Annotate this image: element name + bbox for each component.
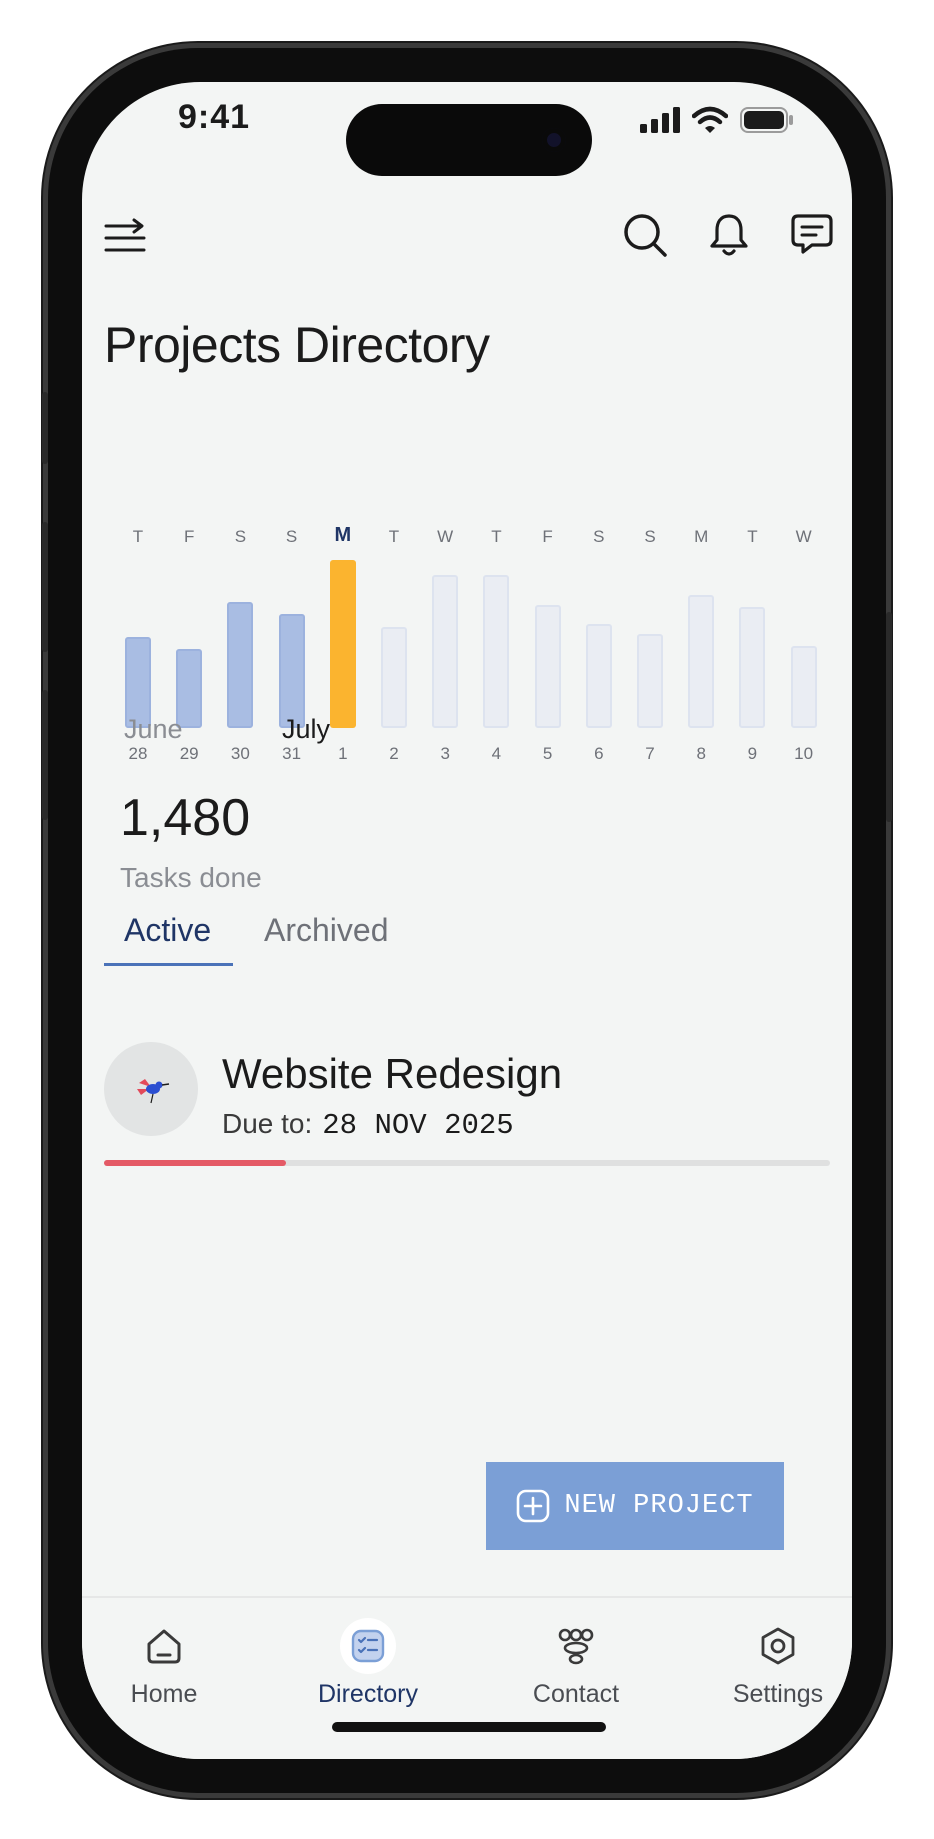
project-due: Due to: 28 NOV 2025 (222, 1108, 514, 1142)
nav-directory-label: Directory (317, 1680, 418, 1708)
chart-date-label: 5 (542, 744, 553, 763)
project-name: Website Redesign (222, 1050, 563, 1097)
tasks-done-count: 1,480 (120, 789, 251, 847)
chart-date-label: 31 (282, 744, 302, 763)
chart-day-label: F (542, 527, 553, 546)
home-icon (147, 1629, 181, 1664)
chart-day-label: S (593, 527, 605, 546)
top-bar (104, 208, 834, 272)
side-button-power (886, 612, 892, 822)
contact-icon (558, 1628, 594, 1665)
hummingbird-icon (137, 1079, 170, 1104)
side-button-volume-up (42, 522, 48, 652)
chart-bar[interactable] (688, 595, 715, 728)
nav-active-indicator (340, 1618, 396, 1674)
new-project-button[interactable]: NEW PROJECT (486, 1462, 784, 1550)
chart-day-label: T (491, 527, 502, 546)
nav-home[interactable]: Home (84, 1616, 244, 1709)
nav-contact[interactable]: Contact (496, 1616, 656, 1709)
nav-settings[interactable]: Settings (698, 1616, 852, 1709)
chart-bar[interactable] (534, 605, 561, 728)
bottom-nav: Home Directory Contact Settings (82, 1596, 852, 1759)
chart-day-label: W (795, 527, 812, 546)
chart-bar[interactable] (790, 646, 817, 728)
chart-date-label: 8 (696, 744, 706, 763)
bell-icon[interactable] (708, 212, 750, 258)
chart-date-label: 10 (794, 744, 814, 763)
chart-day-label: M (334, 524, 352, 546)
project-progress-bar (104, 1160, 830, 1166)
menu-icon (104, 218, 146, 252)
settings-icon (761, 1627, 795, 1665)
chart-day-label: S (285, 527, 298, 546)
new-project-label: NEW PROJECT (564, 1491, 754, 1521)
chart-bar[interactable] (329, 560, 356, 728)
page-title: Projects Directory (104, 317, 490, 373)
month-label-june: June (124, 714, 183, 744)
chart-date-label: 29 (179, 744, 199, 763)
project-due-date: 28 NOV 2025 (322, 1109, 514, 1142)
chart-day-label: T (132, 527, 144, 546)
chart-date-label: 3 (440, 744, 450, 763)
menu-button[interactable] (104, 214, 148, 263)
project-item[interactable]: Website Redesign Due to: 28 NOV 2025 (104, 1042, 830, 1182)
search-icon[interactable] (622, 212, 668, 258)
chart-date-label: 1 (338, 744, 348, 763)
project-avatar (104, 1042, 198, 1136)
chart-date-label: 30 (230, 744, 250, 763)
status-time: 9:41 (178, 98, 251, 136)
tasks-done-label: Tasks done (120, 862, 262, 893)
message-icon[interactable] (790, 212, 834, 258)
nav-directory[interactable]: Directory (288, 1616, 448, 1709)
chart-day-label: T (747, 527, 758, 546)
project-due-label: Due to: (222, 1108, 313, 1139)
chart-date-label: 7 (645, 744, 655, 763)
chart-bar[interactable] (381, 627, 407, 728)
chart-day-label: S (234, 527, 247, 546)
project-tabs: Active Archived (104, 912, 504, 976)
camera-icon (542, 128, 566, 152)
status-icons (640, 106, 794, 134)
chart-bar[interactable] (739, 607, 766, 728)
chart-date-label: 6 (594, 744, 604, 763)
chart-day-label: S (644, 527, 656, 546)
screen: 9:41 Projects Directory T 28 F 29 S 30 S… (82, 82, 852, 1759)
directory-icon (351, 1629, 385, 1663)
tab-archived[interactable]: Archived (264, 912, 389, 963)
chart-day-label: M (694, 527, 709, 546)
project-progress-fill (104, 1160, 286, 1166)
chart-bar[interactable] (227, 602, 254, 728)
chart-day-label: W (437, 527, 454, 546)
nav-settings-label: Settings (732, 1680, 824, 1708)
side-button-volume-down (42, 690, 48, 820)
chart-day-label: F (183, 527, 195, 546)
tab-active[interactable]: Active (104, 912, 234, 966)
signal-icon (640, 107, 680, 133)
chart-date-label: 2 (389, 744, 399, 763)
battery-icon (740, 107, 793, 133)
side-button-mute (42, 392, 48, 464)
nav-contact-label: Contact (532, 1680, 620, 1708)
month-label-july: July (282, 714, 331, 744)
chart-bar[interactable] (432, 575, 459, 728)
chart-date-label: 28 (128, 744, 148, 763)
dynamic-island (346, 104, 592, 176)
chart-date-label: 4 (491, 744, 502, 763)
home-indicator[interactable] (332, 1722, 606, 1732)
plus-square-icon (517, 1489, 550, 1523)
chart-bar[interactable] (637, 634, 663, 728)
nav-home-label: Home (130, 1680, 198, 1708)
tasks-bar-chart: T 28 F 29 S 30 S 31 M 1 T 2 W 3 T 4 F 5 S 6 S 7 M 8 T 9 W 10 (82, 432, 852, 763)
chart-bar[interactable] (585, 624, 612, 728)
wifi-icon (692, 106, 728, 133)
chart-day-label: T (388, 527, 400, 546)
chart-bar[interactable] (483, 575, 510, 728)
chart-date-label: 9 (747, 744, 758, 763)
chart-bar[interactable] (278, 614, 305, 728)
